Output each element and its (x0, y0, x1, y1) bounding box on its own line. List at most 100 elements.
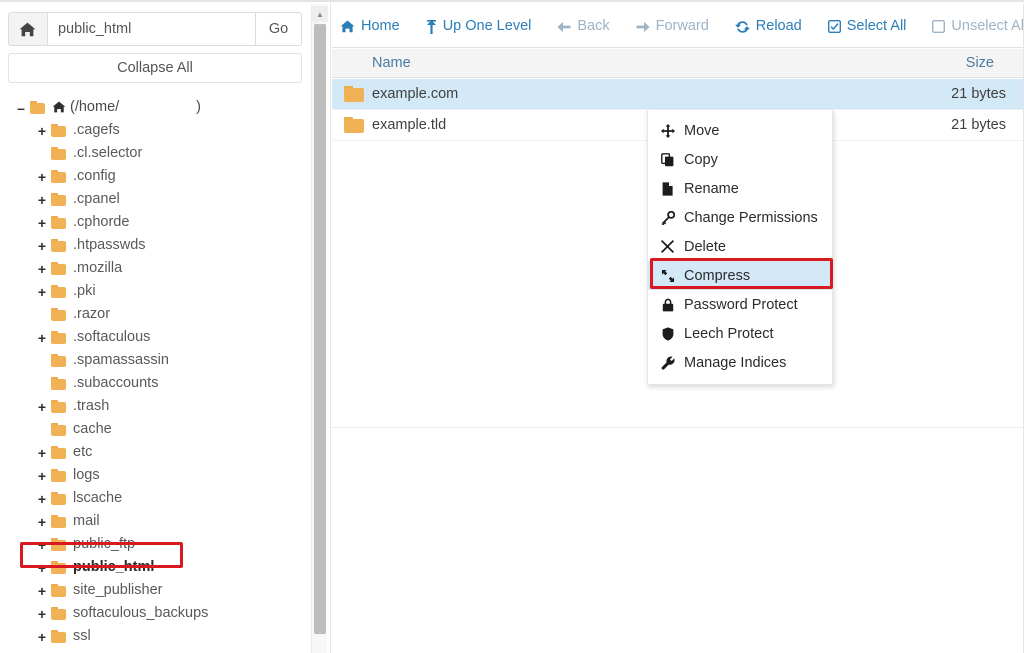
context-menu-item-label: Rename (684, 180, 739, 197)
toolbar-button-up-one-level[interactable]: Up One Level (426, 19, 531, 34)
tree-expand-icon[interactable]: + (35, 170, 49, 184)
tree-expand-icon[interactable]: + (35, 446, 49, 460)
tree-item-label: lscache (73, 490, 123, 507)
folder-icon (51, 308, 69, 321)
folder-icon (344, 116, 366, 134)
tree-item-label: .cpanel (73, 191, 120, 208)
context-menu-item-change-permissions[interactable]: Change Permissions (648, 203, 832, 232)
tree-expand-icon[interactable]: + (35, 400, 49, 414)
tree-toggle-icon[interactable]: – (14, 101, 28, 115)
tree-item-site-publisher[interactable]: + site_publisher (0, 579, 300, 602)
go-button[interactable]: Go (254, 13, 301, 45)
tree-item-trash[interactable]: + .trash (0, 395, 300, 418)
context-menu-item-leech-protect[interactable]: Leech Protect (648, 319, 832, 348)
context-menu-item-label: Change Permissions (684, 209, 818, 226)
tree-item-logs[interactable]: + logs (0, 464, 300, 487)
tree-item-label: .cagefs (73, 122, 120, 139)
toolbar-button-select-all[interactable]: Select All (827, 19, 906, 34)
folder-open-icon (30, 101, 48, 114)
home-icon[interactable] (9, 13, 48, 45)
tree-item-tmp[interactable]: +tmp (0, 648, 300, 653)
toolbar-button-label: Forward (655, 18, 709, 35)
tree-item-cagefs[interactable]: + .cagefs (0, 119, 300, 142)
context-menu-item-copy[interactable]: Copy (648, 145, 832, 174)
toolbar-button-back[interactable]: Back (557, 18, 610, 35)
tree-item-spamassassin[interactable]: + .spamassassin (0, 349, 300, 372)
collapse-all-button[interactable]: Collapse All (8, 53, 302, 83)
path-input[interactable] (47, 13, 255, 45)
folder-icon (51, 630, 69, 643)
toolbar-button-label: Back (577, 18, 610, 35)
tree-expand-icon[interactable]: + (35, 607, 49, 621)
tree-item-label: .subaccounts (73, 375, 159, 392)
tree-expand-icon[interactable]: + (35, 216, 49, 230)
tree-expand-icon[interactable]: + (35, 561, 49, 575)
tree-item-cache[interactable]: + cache (0, 418, 300, 441)
tree-expand-icon[interactable]: + (35, 515, 49, 529)
tree-item-cl-selector[interactable]: + .cl.selector (0, 142, 300, 165)
tree-expand-icon[interactable]: + (35, 538, 49, 552)
wrench-icon (660, 356, 675, 370)
tree-item-cpanel[interactable]: + .cpanel (0, 188, 300, 211)
tree-item-public-ftp[interactable]: + public_ftp (0, 533, 300, 556)
tree-item-home-root[interactable]: – (/home/) (0, 96, 300, 119)
tree-item-softaculous[interactable]: + .softaculous (0, 326, 300, 349)
scroll-up-arrow-icon[interactable]: ▲ (312, 6, 328, 22)
tree-item-public-html[interactable]: + public_html (0, 556, 300, 579)
tree-expand-icon[interactable]: + (35, 584, 49, 598)
tree-item-mozilla[interactable]: + .mozilla (0, 257, 300, 280)
tree-expand-icon[interactable]: + (35, 239, 49, 253)
copy-icon (660, 152, 675, 167)
folder-icon (51, 492, 69, 505)
file-manager-toolbar: Home Up One Level Back Forward Reload Select … (332, 6, 1024, 48)
tree-item-label: .mozilla (73, 260, 123, 277)
tree-expand-icon[interactable]: + (35, 193, 49, 207)
scrollbar-thumb[interactable] (314, 24, 326, 634)
home-icon (340, 20, 355, 33)
tree-expand-icon[interactable]: + (35, 285, 49, 299)
tree-expand-icon[interactable]: + (35, 262, 49, 276)
tree-item-htpasswds[interactable]: + .htpasswds (0, 234, 300, 257)
file-table-header: Name Size (332, 49, 1024, 78)
tree-item-etc[interactable]: + etc (0, 441, 300, 464)
tree-expand-icon[interactable]: + (35, 630, 49, 644)
tree-scrollbar[interactable]: ▲ (311, 4, 328, 653)
context-menu-item-compress[interactable]: Compress (648, 261, 832, 290)
tree-item-lscache[interactable]: + lscache (0, 487, 300, 510)
column-header-size[interactable]: Size (966, 55, 994, 71)
folder-icon (344, 85, 366, 103)
column-header-name[interactable]: Name (372, 55, 411, 71)
toolbar-button-unselect-all[interactable]: Unselect All (932, 19, 1024, 34)
arrow-right-icon (636, 21, 650, 33)
table-row[interactable]: example.com 21 bytes (332, 79, 1024, 110)
file-icon (660, 181, 675, 196)
tree-item-cphorde[interactable]: + .cphorde (0, 211, 300, 234)
context-menu-item-label: Delete (684, 238, 726, 255)
toolbar-button-forward[interactable]: Forward (636, 19, 709, 34)
tree-expand-icon[interactable]: + (35, 124, 49, 138)
tree-expand-icon[interactable]: + (35, 469, 49, 483)
folder-icon (51, 262, 69, 275)
folder-icon (51, 239, 69, 252)
tree-item-mail[interactable]: + mail (0, 510, 300, 533)
tree-item-pki[interactable]: + .pki (0, 280, 300, 303)
toolbar-button-label: Unselect All (951, 18, 1024, 35)
folder-icon (51, 170, 69, 183)
tree-item-ssl[interactable]: + ssl (0, 625, 300, 648)
tree-item-label: logs (73, 467, 100, 484)
context-menu-item-rename[interactable]: Rename (648, 174, 832, 203)
context-menu-item-manage-indices[interactable]: Manage Indices (648, 348, 832, 377)
tree-item-config[interactable]: + .config (0, 165, 300, 188)
tree-expand-icon[interactable]: + (35, 331, 49, 345)
context-menu-item-delete[interactable]: Delete (648, 232, 832, 261)
toolbar-button-reload[interactable]: Reload (734, 19, 802, 34)
tree-item-label: ssl (73, 628, 91, 645)
context-menu-item-move[interactable]: Move (648, 116, 832, 145)
file-name: example.tld (372, 117, 447, 133)
tree-item-razor[interactable]: + .razor (0, 303, 300, 326)
toolbar-button-home[interactable]: Home (340, 19, 400, 34)
context-menu-item-password-protect[interactable]: Password Protect (648, 290, 832, 319)
tree-item-softaculous-backups[interactable]: + softaculous_backups (0, 602, 300, 625)
tree-item-subaccounts[interactable]: + .subaccounts (0, 372, 300, 395)
tree-expand-icon[interactable]: + (35, 492, 49, 506)
